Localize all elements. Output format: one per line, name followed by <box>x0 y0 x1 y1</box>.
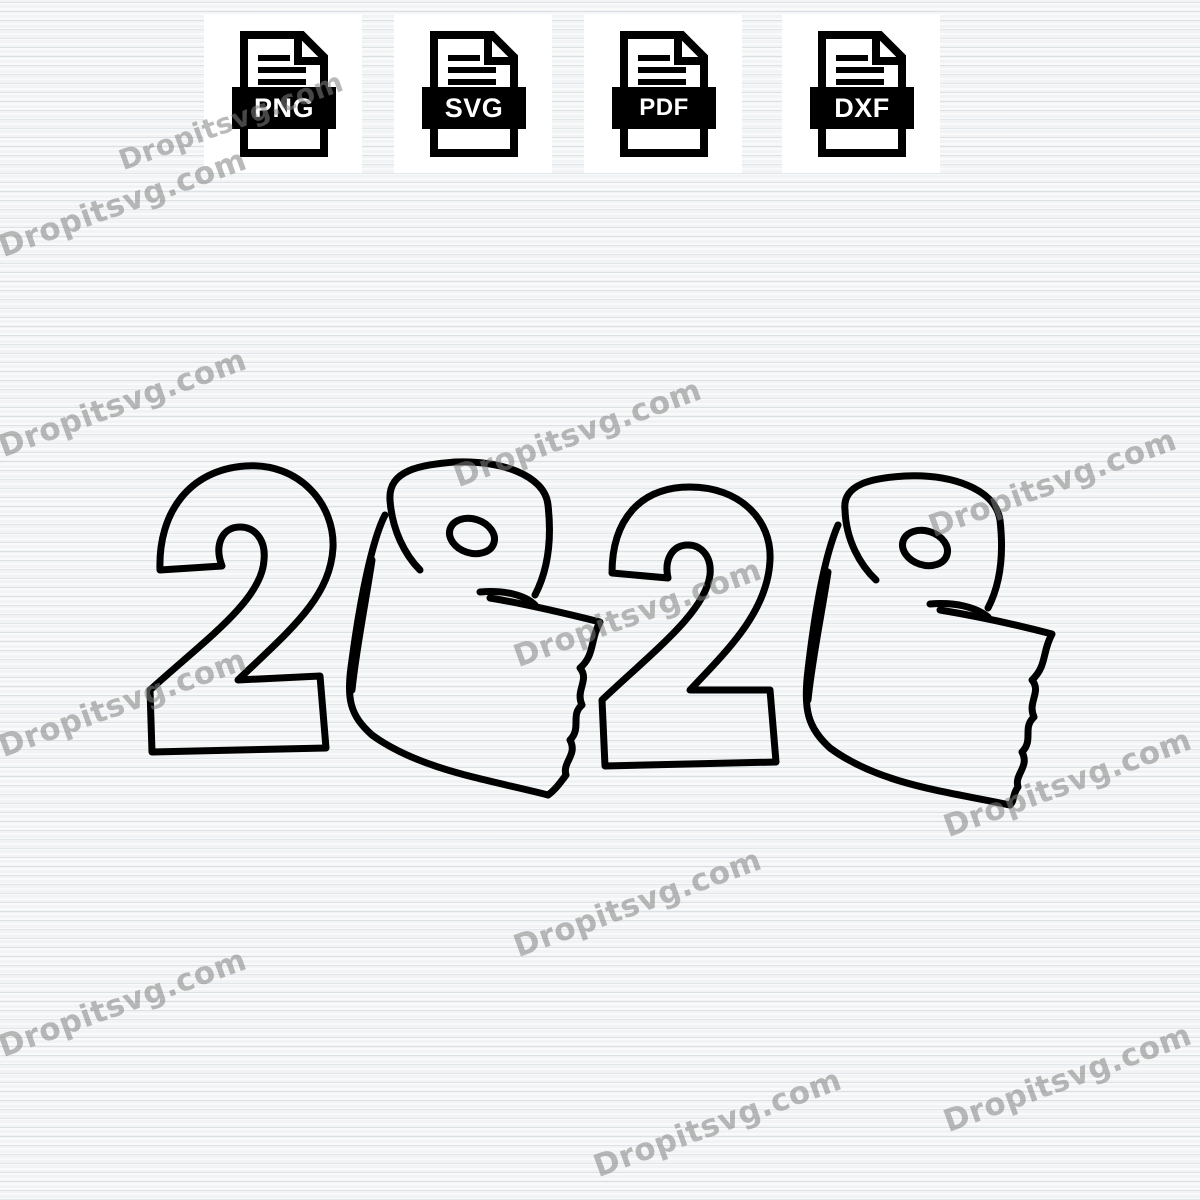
digit-two-1 <box>146 462 337 756</box>
